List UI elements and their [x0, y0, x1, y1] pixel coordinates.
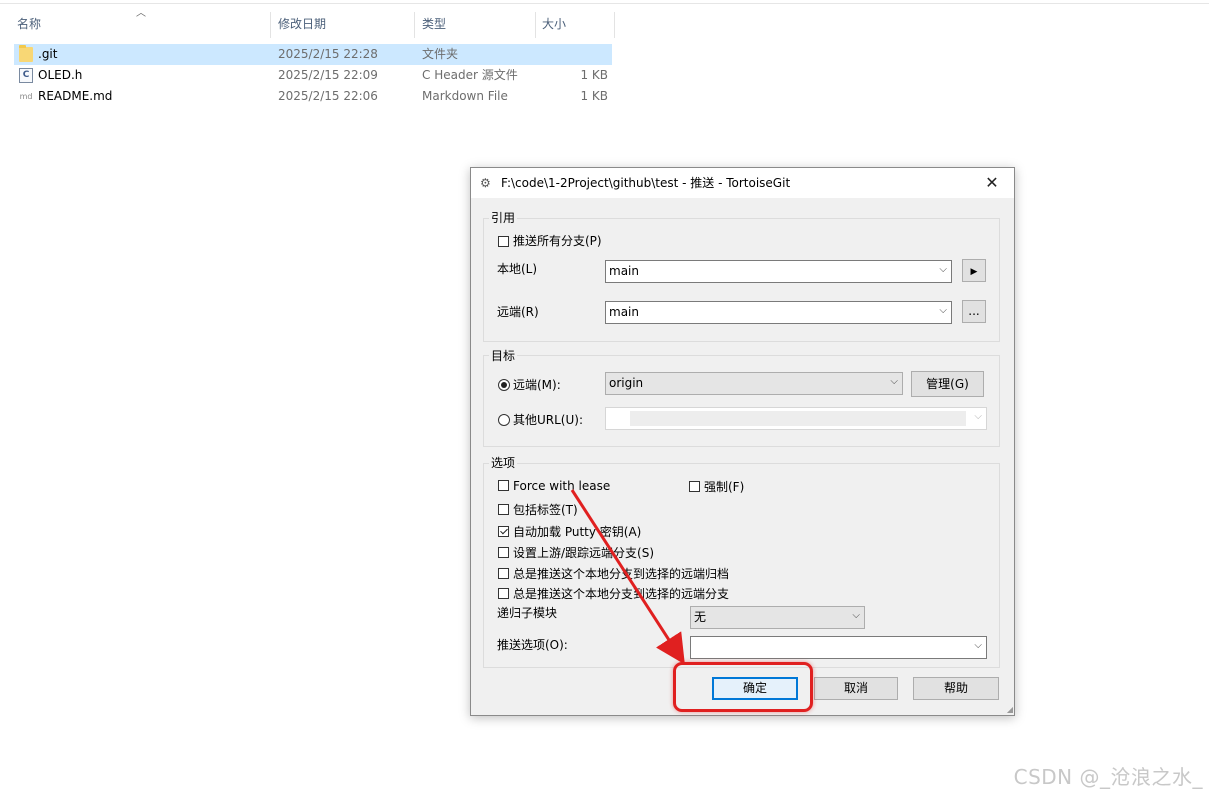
tortoisegit-icon: ⚙: [480, 176, 491, 190]
manage-button[interactable]: 管理(G): [911, 371, 984, 397]
column-divider[interactable]: [535, 12, 536, 38]
file-list-header: ︿ 名称 修改日期 类型 大小: [0, 8, 620, 38]
ok-button-highlight: [673, 662, 813, 712]
file-type: C Header 源文件: [422, 68, 518, 82]
chevron-down-icon: ⌵: [974, 411, 982, 422]
dialog-titlebar[interactable]: ⚙ F:\code\1-2Project\github\test - 推送 - …: [471, 168, 1014, 198]
remote-radio-label: 远端(M):: [513, 378, 561, 392]
recurse-submodules-label: 递归子模块: [497, 606, 558, 620]
ref-group-label: 引用: [489, 209, 518, 226]
chevron-down-icon: ⌵: [939, 264, 947, 275]
remote-select[interactable]: origin ⌵: [605, 372, 903, 395]
column-divider[interactable]: [414, 12, 415, 38]
dialog-title: F:\code\1-2Project\github\test - 推送 - To…: [501, 176, 791, 190]
markdown-file-icon: md: [19, 92, 33, 101]
force-with-lease-checkbox[interactable]: [498, 480, 509, 491]
local-label: 本地(L): [497, 262, 538, 276]
file-name: .git: [38, 47, 58, 61]
target-group-label: 目标: [489, 347, 518, 364]
sort-ascending-icon: ︿: [136, 8, 146, 19]
remote-value: origin: [609, 376, 644, 390]
file-type: 文件夹: [422, 47, 459, 61]
force-with-lease-label: Force with lease: [513, 479, 611, 493]
column-header-name[interactable]: 名称: [17, 12, 41, 38]
always-push-branch-label: 总是推送这个本地分支到选择的远端分支: [513, 587, 730, 601]
column-header-type[interactable]: 类型: [422, 12, 446, 38]
file-type: Markdown File: [422, 89, 508, 103]
window-top-border: [0, 3, 1209, 4]
column-divider[interactable]: [614, 12, 615, 38]
help-button[interactable]: 帮助: [913, 677, 999, 700]
remote-label: 远端(R): [497, 305, 539, 319]
column-divider[interactable]: [270, 12, 271, 38]
file-date: 2025/2/15 22:09: [278, 68, 378, 82]
set-upstream-label: 设置上游/跟踪远端分支(S): [513, 546, 655, 560]
file-row-readme-md[interactable]: md README.md 2025/2/15 22:06 Markdown Fi…: [14, 86, 612, 107]
autoload-putty-label: 自动加载 Putty 密钥(A): [513, 525, 642, 539]
cancel-button[interactable]: 取消: [814, 677, 898, 700]
local-branch-value: main: [609, 264, 639, 278]
push-all-branches-checkbox[interactable]: [498, 236, 509, 247]
file-date: 2025/2/15 22:06: [278, 89, 378, 103]
target-group: [483, 355, 1000, 447]
push-dialog: ⚙ F:\code\1-2Project\github\test - 推送 - …: [470, 167, 1015, 716]
file-row-git[interactable]: .git 2025/2/15 22:28 文件夹: [14, 44, 612, 65]
remote-branch-value: main: [609, 305, 639, 319]
always-push-branch-checkbox[interactable]: [498, 588, 509, 599]
play-icon: ▶: [970, 267, 978, 277]
local-branch-select[interactable]: main ⌵: [605, 260, 952, 283]
file-row-oled-h[interactable]: C OLED.h 2025/2/15 22:09 C Header 源文件 1 …: [14, 65, 612, 86]
resize-grip-icon[interactable]: ◢: [1007, 705, 1013, 714]
chevron-down-icon: ⌵: [852, 610, 860, 621]
file-name: README.md: [38, 89, 113, 103]
recurse-submodules-value: 无: [694, 610, 707, 624]
remote-branch-select[interactable]: main ⌵: [605, 301, 952, 324]
file-size: 1 KB: [580, 89, 608, 103]
push-options-select[interactable]: ⌵: [690, 636, 987, 659]
file-size: 1 KB: [580, 68, 608, 82]
folder-icon: [19, 45, 33, 62]
force-label: 强制(F): [704, 480, 745, 494]
remote-radio[interactable]: [498, 379, 510, 391]
other-url-radio-label: 其他URL(U):: [513, 413, 583, 427]
column-header-size[interactable]: 大小: [542, 12, 566, 38]
include-tags-checkbox[interactable]: [498, 504, 509, 515]
watermark: CSDN @_沧浪之水_: [1013, 765, 1203, 789]
push-all-branches-label: 推送所有分支(P): [513, 234, 602, 248]
chevron-down-icon: ⌵: [890, 376, 898, 387]
always-push-archive-label: 总是推送这个本地分支到选择的远端归档: [513, 567, 730, 581]
other-url-select[interactable]: ⌵: [605, 407, 987, 430]
local-branch-expand-button[interactable]: ▶: [962, 259, 986, 282]
c-header-file-icon: C: [19, 68, 33, 83]
autoload-putty-checkbox[interactable]: [498, 526, 509, 537]
close-button[interactable]: ✕: [970, 168, 1014, 198]
set-upstream-checkbox[interactable]: [498, 547, 509, 558]
chevron-down-icon: ⌵: [939, 305, 947, 316]
force-checkbox[interactable]: [689, 481, 700, 492]
recurse-submodules-select[interactable]: 无 ⌵: [690, 606, 865, 629]
file-date: 2025/2/15 22:28: [278, 47, 378, 61]
other-url-radio[interactable]: [498, 414, 510, 426]
other-url-input-area: [630, 411, 966, 426]
file-name: OLED.h: [38, 68, 83, 82]
options-group-label: 选项: [489, 454, 518, 471]
push-options-label: 推送选项(O):: [497, 638, 568, 652]
include-tags-label: 包括标签(T): [513, 503, 578, 517]
remote-branch-browse-button[interactable]: ...: [962, 300, 986, 323]
chevron-down-icon: ⌵: [974, 640, 982, 651]
always-push-archive-checkbox[interactable]: [498, 568, 509, 579]
column-header-date[interactable]: 修改日期: [278, 12, 326, 38]
